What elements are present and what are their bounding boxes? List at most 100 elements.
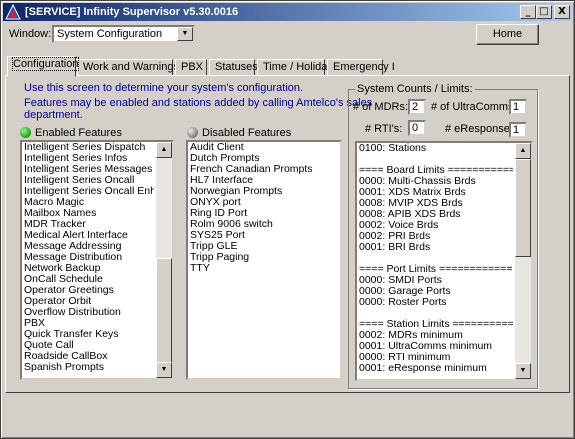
limit-item[interactable]: 0000: Roster Ports bbox=[359, 297, 513, 308]
home-button[interactable]: Home bbox=[476, 24, 539, 45]
enabled-features-list[interactable]: Intelligent Series Dispatch Intelligent S… bbox=[20, 140, 174, 380]
disabled-feature-item[interactable]: Audit Client bbox=[190, 142, 322, 153]
disabled-feature-item[interactable]: Dutch Prompts bbox=[190, 153, 322, 164]
tab-configuration[interactable]: Configuration bbox=[7, 56, 80, 77]
info-line-2: Features may be enabled and stations add… bbox=[24, 97, 373, 109]
disabled-feature-item[interactable]: French Canadian Prompts bbox=[190, 164, 322, 175]
configuration-panel: Use this screen to determine your system… bbox=[5, 75, 570, 393]
window-select[interactable]: System Configuration ▼ bbox=[52, 25, 195, 43]
tab-work-and-warnings[interactable]: Work and Warnings bbox=[77, 59, 179, 76]
scroll-thumb[interactable] bbox=[515, 159, 531, 257]
enabled-feature-item[interactable]: Network Backup bbox=[24, 263, 154, 274]
enabled-feature-item[interactable]: Intelligent Series Infos bbox=[24, 153, 154, 164]
scroll-up-icon[interactable]: ▲ bbox=[156, 142, 172, 158]
enabled-features-label: Enabled Features bbox=[35, 127, 122, 139]
limit-item[interactable]: 0002: MDRs minimum bbox=[359, 330, 513, 341]
enabled-feature-item[interactable]: Operator Greetings bbox=[24, 285, 154, 296]
limit-item[interactable]: 0002: PRI Brds bbox=[359, 231, 513, 242]
window-select-value: System Configuration bbox=[57, 28, 163, 40]
enabled-scrollbar[interactable]: ▲ ▼ bbox=[156, 142, 172, 378]
ultracomms-field[interactable]: 1 bbox=[509, 99, 527, 115]
enabled-feature-item[interactable]: Quick Transfer Keys bbox=[24, 329, 154, 340]
disabled-feature-item[interactable]: Tripp Paging bbox=[190, 252, 322, 263]
limit-item[interactable]: ==== Port Limits =============== bbox=[359, 264, 513, 275]
limit-item[interactable] bbox=[359, 308, 513, 319]
disabled-status-icon bbox=[187, 127, 198, 138]
enabled-items: Intelligent Series Dispatch Intelligent S… bbox=[24, 142, 154, 373]
disabled-feature-item[interactable]: Rolm 9006 switch bbox=[190, 219, 322, 230]
scroll-down-icon[interactable]: ▼ bbox=[515, 363, 531, 379]
enabled-feature-item[interactable]: Intelligent Series Oncall Enhance bbox=[24, 186, 154, 197]
enabled-feature-item[interactable]: Message Distribution bbox=[24, 252, 154, 263]
limit-item[interactable]: 0000: RTI minimum bbox=[359, 352, 513, 363]
limits-list[interactable]: 0100: Stations ==== Board Limits ========… bbox=[355, 141, 533, 381]
chevron-down-icon[interactable]: ▼ bbox=[177, 27, 193, 41]
limit-item[interactable]: 0001: UltraComms minimum bbox=[359, 341, 513, 352]
minimize-button[interactable]: _ bbox=[520, 5, 536, 19]
limit-item[interactable]: 0000: Multi-Chassis Brds bbox=[359, 176, 513, 187]
limit-item[interactable]: 0100: Stations bbox=[359, 143, 513, 154]
disabled-feature-item[interactable]: HL7 Interface bbox=[190, 175, 322, 186]
limit-item[interactable]: ==== Station Limits ============= bbox=[359, 319, 513, 330]
disabled-feature-item[interactable]: TTY bbox=[190, 263, 322, 274]
limit-item[interactable]: 0001: eResponse minimum bbox=[359, 363, 513, 374]
tab-pbx[interactable]: PBX bbox=[175, 59, 207, 76]
enabled-feature-item[interactable]: Overflow Distribution bbox=[24, 307, 154, 318]
enabled-feature-item[interactable]: MDR Tracker bbox=[24, 219, 154, 230]
disabled-feature-item[interactable]: Ring ID Port bbox=[190, 208, 322, 219]
limit-item[interactable]: 0001: XDS Matrix Brds bbox=[359, 187, 513, 198]
enabled-feature-item[interactable]: PBX bbox=[24, 318, 154, 329]
app-icon bbox=[5, 4, 21, 20]
app-window: [SERVICE] Infinity Supervisor v5.30.0016… bbox=[0, 0, 575, 439]
enabled-feature-item[interactable]: Intelligent Series Dispatch bbox=[24, 142, 154, 153]
info-line-3: department. bbox=[24, 109, 83, 121]
enabled-feature-item[interactable]: OnCall Schedule bbox=[24, 274, 154, 285]
enabled-status-icon bbox=[20, 127, 31, 138]
disabled-feature-item[interactable]: Norwegian Prompts bbox=[190, 186, 322, 197]
disabled-feature-item[interactable]: Tripp GLE bbox=[190, 241, 322, 252]
enabled-feature-item[interactable]: Mailbox Names bbox=[24, 208, 154, 219]
limit-item[interactable] bbox=[359, 154, 513, 165]
limits-items: 0100: Stations ==== Board Limits ========… bbox=[359, 143, 513, 374]
mdrs-label: # of MDRs: bbox=[353, 101, 409, 113]
enabled-feature-item[interactable]: Macro Magic bbox=[24, 197, 154, 208]
limit-item[interactable]: 0008: APIB XDS Brds bbox=[359, 209, 513, 220]
eresponse-label: # eResponse: bbox=[445, 123, 513, 135]
scroll-down-icon[interactable]: ▼ bbox=[156, 362, 172, 378]
limit-item[interactable]: 0000: Garage Ports bbox=[359, 286, 513, 297]
ultracomms-label: # of UltraComms: bbox=[431, 101, 517, 113]
limit-item[interactable]: 0001: BRI Brds bbox=[359, 242, 513, 253]
close-button[interactable]: X bbox=[554, 5, 570, 19]
tab-emergency[interactable]: Emergency I bbox=[327, 59, 395, 76]
disabled-feature-item[interactable]: SYS25 Port bbox=[190, 230, 322, 241]
enabled-feature-item[interactable]: Medical Alert Interface bbox=[24, 230, 154, 241]
enabled-feature-item[interactable]: Quote Call bbox=[24, 340, 154, 351]
scroll-thumb[interactable] bbox=[156, 258, 172, 364]
title-bar[interactable]: [SERVICE] Infinity Supervisor v5.30.0016… bbox=[3, 3, 572, 21]
mdrs-field[interactable]: 2 bbox=[408, 99, 426, 115]
scroll-up-icon[interactable]: ▲ bbox=[515, 143, 531, 159]
rtis-field[interactable]: 0 bbox=[408, 120, 426, 136]
window-title: [SERVICE] Infinity Supervisor v5.30.0016 bbox=[25, 6, 239, 18]
enabled-feature-item[interactable]: Operator Orbit bbox=[24, 296, 154, 307]
disabled-features-label: Disabled Features bbox=[202, 127, 292, 139]
tab-time-holiday[interactable]: Time / Holiday bbox=[257, 59, 333, 76]
enabled-feature-item[interactable]: Spanish Prompts bbox=[24, 362, 154, 373]
enabled-feature-item[interactable]: Roadside CallBox bbox=[24, 351, 154, 362]
enabled-feature-item[interactable]: Intelligent Series Messages bbox=[24, 164, 154, 175]
enabled-feature-item[interactable]: Message Addressing bbox=[24, 241, 154, 252]
disabled-features-list[interactable]: Audit Client Dutch Prompts French Canadian… bbox=[186, 140, 342, 380]
limit-item[interactable]: 0002: Voice Brds bbox=[359, 220, 513, 231]
limit-item[interactable]: 0000: SMDI Ports bbox=[359, 275, 513, 286]
tab-statuses[interactable]: Statuses bbox=[209, 59, 258, 76]
limits-scrollbar[interactable]: ▲ ▼ bbox=[515, 143, 531, 379]
eresponse-field[interactable]: 1 bbox=[509, 122, 527, 138]
disabled-feature-item[interactable]: ONYX port bbox=[190, 197, 322, 208]
maximize-button[interactable]: □ bbox=[536, 5, 552, 19]
enabled-feature-item[interactable]: Intelligent Series Oncall bbox=[24, 175, 154, 186]
limit-item[interactable]: 0008: MVIP XDS Brds bbox=[359, 198, 513, 209]
limit-item[interactable]: ==== Board Limits ============= bbox=[359, 165, 513, 176]
limit-item[interactable] bbox=[359, 253, 513, 264]
info-line-1: Use this screen to determine your system… bbox=[24, 82, 304, 94]
disabled-items: Audit Client Dutch Prompts French Canadian… bbox=[190, 142, 322, 274]
